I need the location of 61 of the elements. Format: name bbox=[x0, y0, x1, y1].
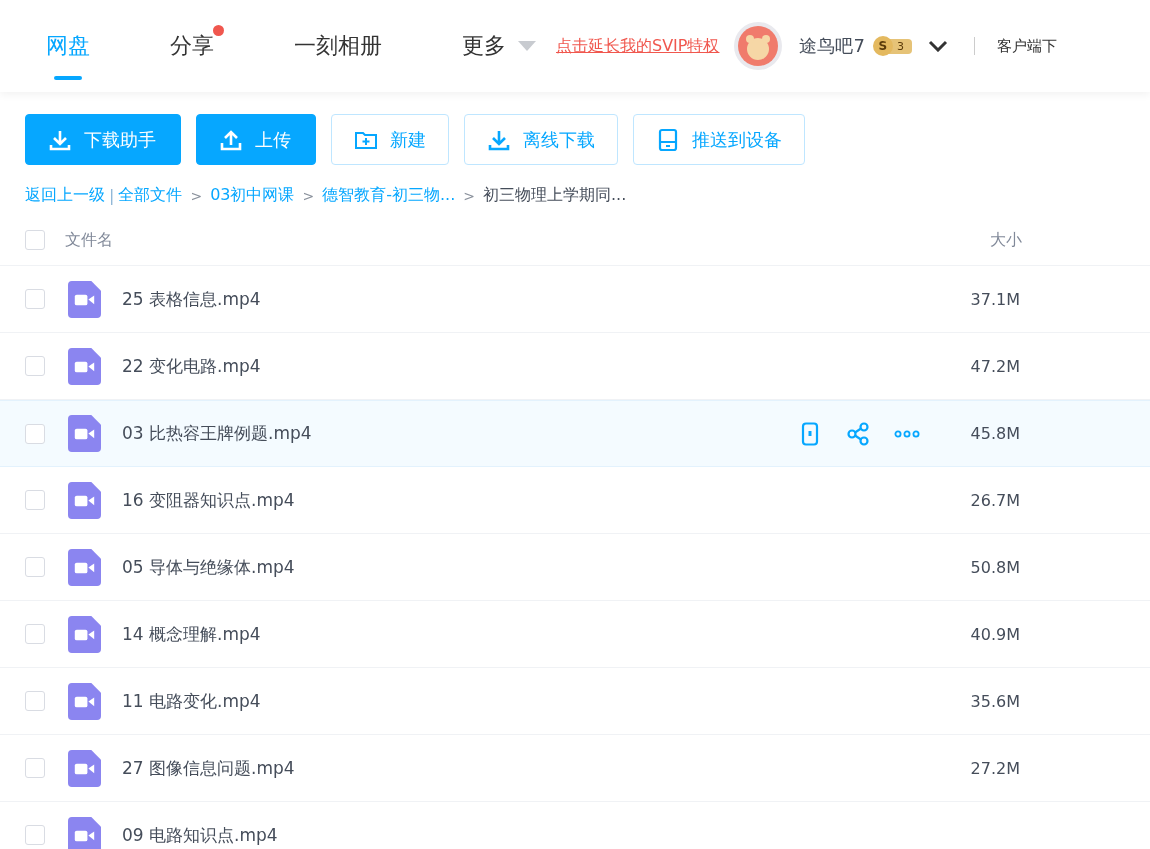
row-checkbox[interactable] bbox=[25, 758, 45, 778]
row-checkbox[interactable] bbox=[25, 624, 45, 644]
file-name[interactable]: 05 导体与绝缘体.mp4 bbox=[122, 555, 960, 579]
file-row[interactable]: 27 图像信息问题.mp4 27.2M bbox=[0, 735, 1150, 802]
client-download-link[interactable]: 客户端下 bbox=[996, 36, 1057, 56]
file-name[interactable]: 25 表格信息.mp4 bbox=[122, 287, 960, 311]
breadcrumb-item[interactable]: 初三物理上学期同... bbox=[483, 185, 627, 206]
file-size: 45.8M bbox=[969, 424, 1020, 443]
row-checkbox[interactable] bbox=[25, 490, 45, 510]
username[interactable]: 途鸟吧7 bbox=[799, 34, 865, 58]
file-name[interactable]: 03 比热容王牌例题.mp4 bbox=[122, 422, 798, 445]
breadcrumb-separator: > bbox=[302, 187, 315, 204]
file-row[interactable]: 03 比热容王牌例题.mp4 45.8M bbox=[0, 400, 1150, 467]
chevron-down-icon[interactable] bbox=[927, 40, 948, 52]
file-size: 26.7M bbox=[969, 490, 1020, 510]
svip-link[interactable]: 点击延长我的SVIP特权 bbox=[556, 35, 720, 57]
video-file-icon bbox=[68, 481, 101, 519]
column-header[interactable]: 大小 bbox=[990, 229, 1022, 251]
breadcrumb-separator: > bbox=[463, 187, 475, 204]
file-name[interactable]: 11 电路变化.mp4 bbox=[122, 689, 960, 713]
file-name[interactable]: 14 概念理解.mp4 bbox=[122, 622, 960, 646]
file-row[interactable]: 25 表格信息.mp4 37.1M bbox=[0, 266, 1150, 333]
video-file-icon bbox=[68, 682, 101, 720]
file-size: 50.8M bbox=[969, 557, 1020, 577]
row-checkbox[interactable] bbox=[25, 557, 45, 577]
select-all-checkbox[interactable] bbox=[25, 230, 45, 250]
more-icon[interactable] bbox=[894, 429, 920, 438]
file-size: 37.1M bbox=[969, 289, 1020, 309]
file-size: 35.6M bbox=[969, 691, 1020, 711]
column-header[interactable]: 文件名 bbox=[65, 229, 990, 251]
file-size: 47.2M bbox=[969, 356, 1020, 376]
file-size: 27.2M bbox=[969, 758, 1020, 778]
file-name[interactable]: 09 电路知识点.mp4 bbox=[122, 823, 1150, 847]
breadcrumb-divider: | bbox=[109, 186, 115, 205]
file-row[interactable]: 16 变阻器知识点.mp4 26.7M bbox=[0, 467, 1150, 534]
file-size: 40.9M bbox=[969, 624, 1020, 644]
file-row[interactable]: 14 概念理解.mp4 40.9M bbox=[0, 601, 1150, 668]
row-checkbox[interactable] bbox=[25, 356, 45, 376]
row-checkbox[interactable] bbox=[25, 289, 45, 309]
row-checkbox[interactable] bbox=[25, 691, 45, 711]
video-file-icon bbox=[68, 415, 101, 452]
video-file-icon bbox=[68, 749, 101, 787]
video-file-icon bbox=[68, 347, 101, 385]
file-name[interactable]: 22 变化电路.mp4 bbox=[122, 354, 960, 378]
video-file-icon bbox=[68, 548, 101, 586]
video-file-icon bbox=[68, 280, 101, 318]
breadcrumb-separator: > bbox=[190, 187, 203, 204]
file-row[interactable]: 05 导体与绝缘体.mp4 50.8M bbox=[0, 534, 1150, 601]
nav-tab[interactable]: 分享 bbox=[170, 0, 214, 92]
file-row[interactable]: 11 电路变化.mp4 35.6M bbox=[0, 668, 1150, 735]
file-row[interactable]: 09 电路知识点.mp4 bbox=[0, 802, 1150, 849]
nav-tab[interactable]: 更多 bbox=[462, 0, 536, 92]
row-checkbox[interactable] bbox=[25, 423, 45, 444]
nav-tab[interactable]: 一刻相册 bbox=[294, 0, 382, 92]
file-name[interactable]: 16 变阻器知识点.mp4 bbox=[122, 488, 960, 512]
avatar-icon[interactable] bbox=[733, 21, 784, 71]
device-icon bbox=[656, 127, 680, 152]
file-name[interactable]: 27 图像信息问题.mp4 bbox=[122, 756, 960, 780]
row-checkbox[interactable] bbox=[25, 825, 45, 845]
share-icon[interactable] bbox=[846, 421, 870, 446]
video-file-icon bbox=[68, 615, 101, 653]
